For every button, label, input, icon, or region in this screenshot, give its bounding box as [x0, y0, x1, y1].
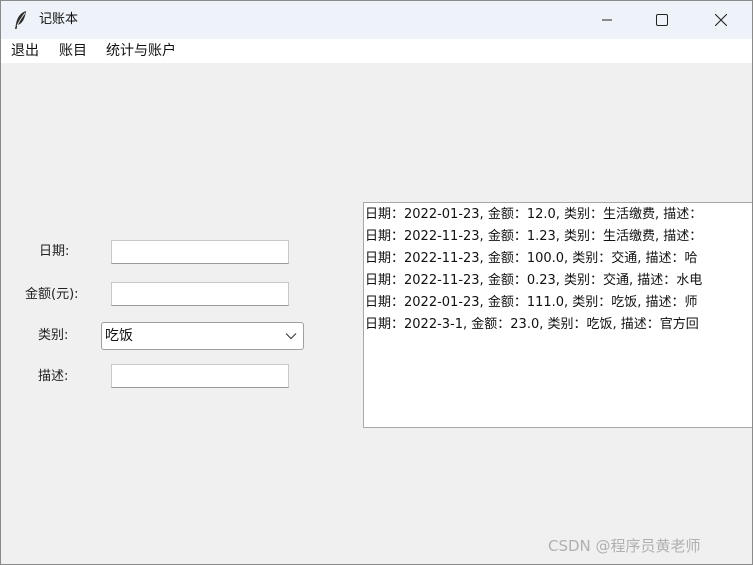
amount-label: 金额(元): [25, 287, 79, 302]
list-item[interactable]: 日期：2022-3-1, 金额：23.0, 类别：吃饭, 描述：官方回 [365, 314, 699, 336]
category-label: 类别: [38, 328, 69, 343]
close-button[interactable] [698, 1, 744, 39]
description-input[interactable] [111, 364, 289, 388]
maximize-button[interactable] [639, 1, 685, 39]
category-selected-value: 吃饭 [105, 328, 133, 344]
minimize-icon [602, 19, 612, 21]
list-item[interactable]: 日期：2022-11-23, 金额：1.23, 类别：生活缴费, 描述： [365, 226, 702, 248]
amount-input[interactable] [111, 282, 289, 306]
list-item[interactable]: 日期：2022-11-23, 金额：0.23, 类别：交通, 描述：水电 [365, 270, 702, 292]
chevron-down-icon[interactable] [285, 332, 297, 340]
window-title: 记账本 [39, 12, 79, 27]
app-window: 记账本 退出 账目 统计与账户 日期: 金额(元): 类别: 吃饭 描述: 日期… [0, 0, 753, 565]
watermark: CSDN @程序员黄老师 [548, 537, 701, 555]
category-select[interactable]: 吃饭 [101, 322, 304, 350]
date-input[interactable] [111, 240, 289, 264]
list-item[interactable]: 日期：2022-01-23, 金额：111.0, 类别：吃饭, 描述：师 [365, 292, 698, 314]
minimize-button[interactable] [584, 1, 630, 39]
title-bar[interactable]: 记账本 [1, 1, 752, 39]
maximize-icon [656, 14, 668, 26]
list-item[interactable]: 日期：2022-11-23, 金额：100.0, 类别：交通, 描述：哈 [365, 248, 698, 270]
close-icon [715, 14, 727, 26]
description-label: 描述: [38, 369, 69, 384]
feather-icon [12, 10, 30, 30]
menu-accounts[interactable]: 账目 [59, 42, 87, 60]
menu-exit[interactable]: 退出 [11, 42, 39, 60]
list-item[interactable]: 日期：2022-01-23, 金额：12.0, 类别：生活缴费, 描述： [365, 204, 702, 226]
date-label: 日期: [39, 244, 70, 259]
menu-stats-and-accounts[interactable]: 统计与账户 [106, 42, 176, 60]
records-listbox[interactable]: 日期：2022-01-23, 金额：12.0, 类别：生活缴费, 描述： 日期：… [363, 202, 752, 428]
menu-bar: 退出 账目 统计与账户 [1, 39, 752, 63]
